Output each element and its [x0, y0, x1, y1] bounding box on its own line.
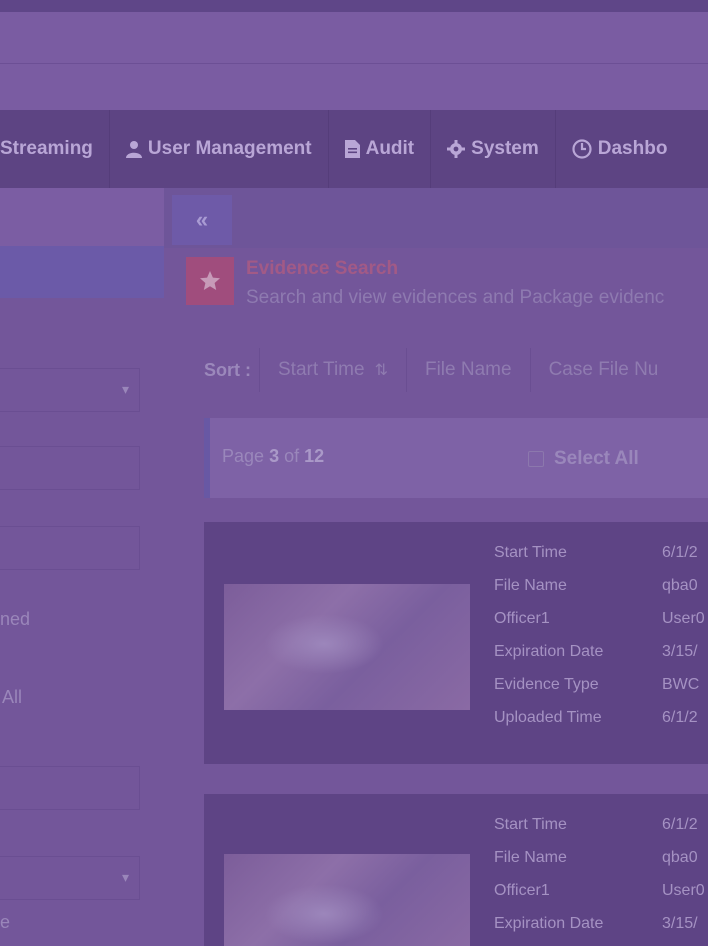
field-value: qba0 — [662, 849, 698, 866]
field-label: File Name — [494, 849, 567, 866]
field-label: Evidence Type — [494, 676, 599, 693]
nav-label: Audit — [365, 138, 415, 159]
nav-label: User Management — [147, 138, 312, 159]
sort-option-label: Start Time — [278, 359, 365, 380]
field-value: 3/15/ — [662, 915, 698, 932]
page-of: of — [284, 446, 300, 466]
total-pages: 12 — [304, 446, 325, 466]
sidebar-option-text: ned — [0, 609, 31, 629]
sort-arrows-icon: ⇅ — [374, 362, 388, 379]
nav-item-system[interactable]: System — [431, 110, 556, 188]
sidebar-input-3[interactable] — [0, 766, 140, 810]
sidebar-select-1[interactable]: ▾ — [0, 368, 140, 412]
field-label: Start Time — [494, 816, 567, 833]
field-value: 3/15/ — [662, 643, 698, 660]
field-value: User0 — [662, 610, 705, 627]
field-value: 6/1/2 — [662, 544, 698, 561]
sort-bar: Sort : Start Time ⇅ File Name Case File … — [204, 348, 676, 392]
content-toolbar — [164, 188, 708, 248]
pagination-bar: Page 3 of 12 Select All — [204, 418, 708, 498]
page-title: Evidence Search — [246, 258, 399, 279]
sidebar-select-2[interactable]: ▾ — [0, 856, 140, 900]
page-indicator: Page 3 of 12 — [222, 446, 324, 467]
sidebar-input-1[interactable] — [0, 446, 140, 490]
field-label: Uploaded Time — [494, 709, 602, 726]
sort-label: Sort : — [204, 359, 251, 380]
nav-label: Dashbo — [597, 138, 668, 159]
field-label: File Name — [494, 577, 567, 594]
nav-item-dashboard[interactable]: Dashbo — [556, 110, 684, 188]
evidence-thumbnail[interactable] — [224, 854, 470, 946]
gear-icon — [447, 140, 466, 158]
evidence-card[interactable]: Start Time 6/1/2 File Name qba0 Officer1… — [204, 522, 708, 764]
dashboard-icon — [572, 139, 592, 159]
nav-label: System — [471, 138, 539, 159]
star-icon — [186, 257, 234, 305]
main-nav: Streaming User Management Audit System D… — [0, 110, 708, 188]
sidebar-input-2[interactable] — [0, 526, 140, 570]
field-label: Start Time — [494, 544, 567, 561]
field-value: User0 — [662, 882, 705, 899]
sidebar: ▾ ned All ▾ e — [0, 188, 164, 946]
nav-item-streaming[interactable]: Streaming — [0, 110, 110, 188]
evidence-card[interactable]: Start Time 6/1/2 File Name qba0 Officer1… — [204, 794, 708, 946]
field-label: Officer1 — [494, 610, 550, 627]
sidebar-active-item[interactable] — [0, 246, 164, 298]
field-label: Officer1 — [494, 882, 550, 899]
header-subbar — [0, 64, 708, 110]
field-value: 6/1/2 — [662, 709, 698, 726]
field-value: qba0 — [662, 577, 698, 594]
field-value: 6/1/2 — [662, 816, 698, 833]
sort-option-start-time[interactable]: Start Time ⇅ — [259, 348, 406, 392]
sidebar-option-text: All — [2, 687, 23, 707]
nav-item-audit[interactable]: Audit — [329, 110, 432, 188]
sidebar-header — [0, 188, 164, 246]
document-icon — [344, 140, 360, 158]
sort-option-case-file-number[interactable]: Case File Nu — [529, 348, 677, 392]
field-label: Expiration Date — [494, 643, 604, 660]
page-prefix: Page — [222, 446, 265, 466]
select-all-toggle[interactable]: Select All — [528, 448, 639, 470]
nav-label: Streaming — [0, 138, 93, 159]
field-value: BWC — [662, 676, 700, 693]
select-all-label: Select All — [554, 448, 639, 469]
sort-option-label: Case File Nu — [548, 359, 659, 380]
chevron-down-icon: ▾ — [121, 381, 129, 397]
top-strip — [0, 0, 708, 12]
header-bar — [0, 12, 708, 64]
sort-option-label: File Name — [424, 359, 512, 380]
field-label: Expiration Date — [494, 915, 604, 932]
user-icon — [125, 140, 142, 158]
select-all-checkbox[interactable] — [528, 451, 544, 467]
current-page: 3 — [269, 446, 280, 466]
sort-option-file-name[interactable]: File Name — [405, 348, 530, 392]
double-chevron-left-icon: « — [195, 207, 209, 232]
page-subtitle: Search and view evidences and Package ev… — [246, 287, 665, 308]
nav-item-user-management[interactable]: User Management — [110, 110, 329, 188]
chevron-down-icon: ▾ — [121, 869, 129, 885]
sidebar-option-text: e — [0, 912, 11, 932]
collapse-sidebar-button[interactable]: « — [172, 195, 232, 245]
evidence-thumbnail[interactable] — [224, 584, 470, 710]
